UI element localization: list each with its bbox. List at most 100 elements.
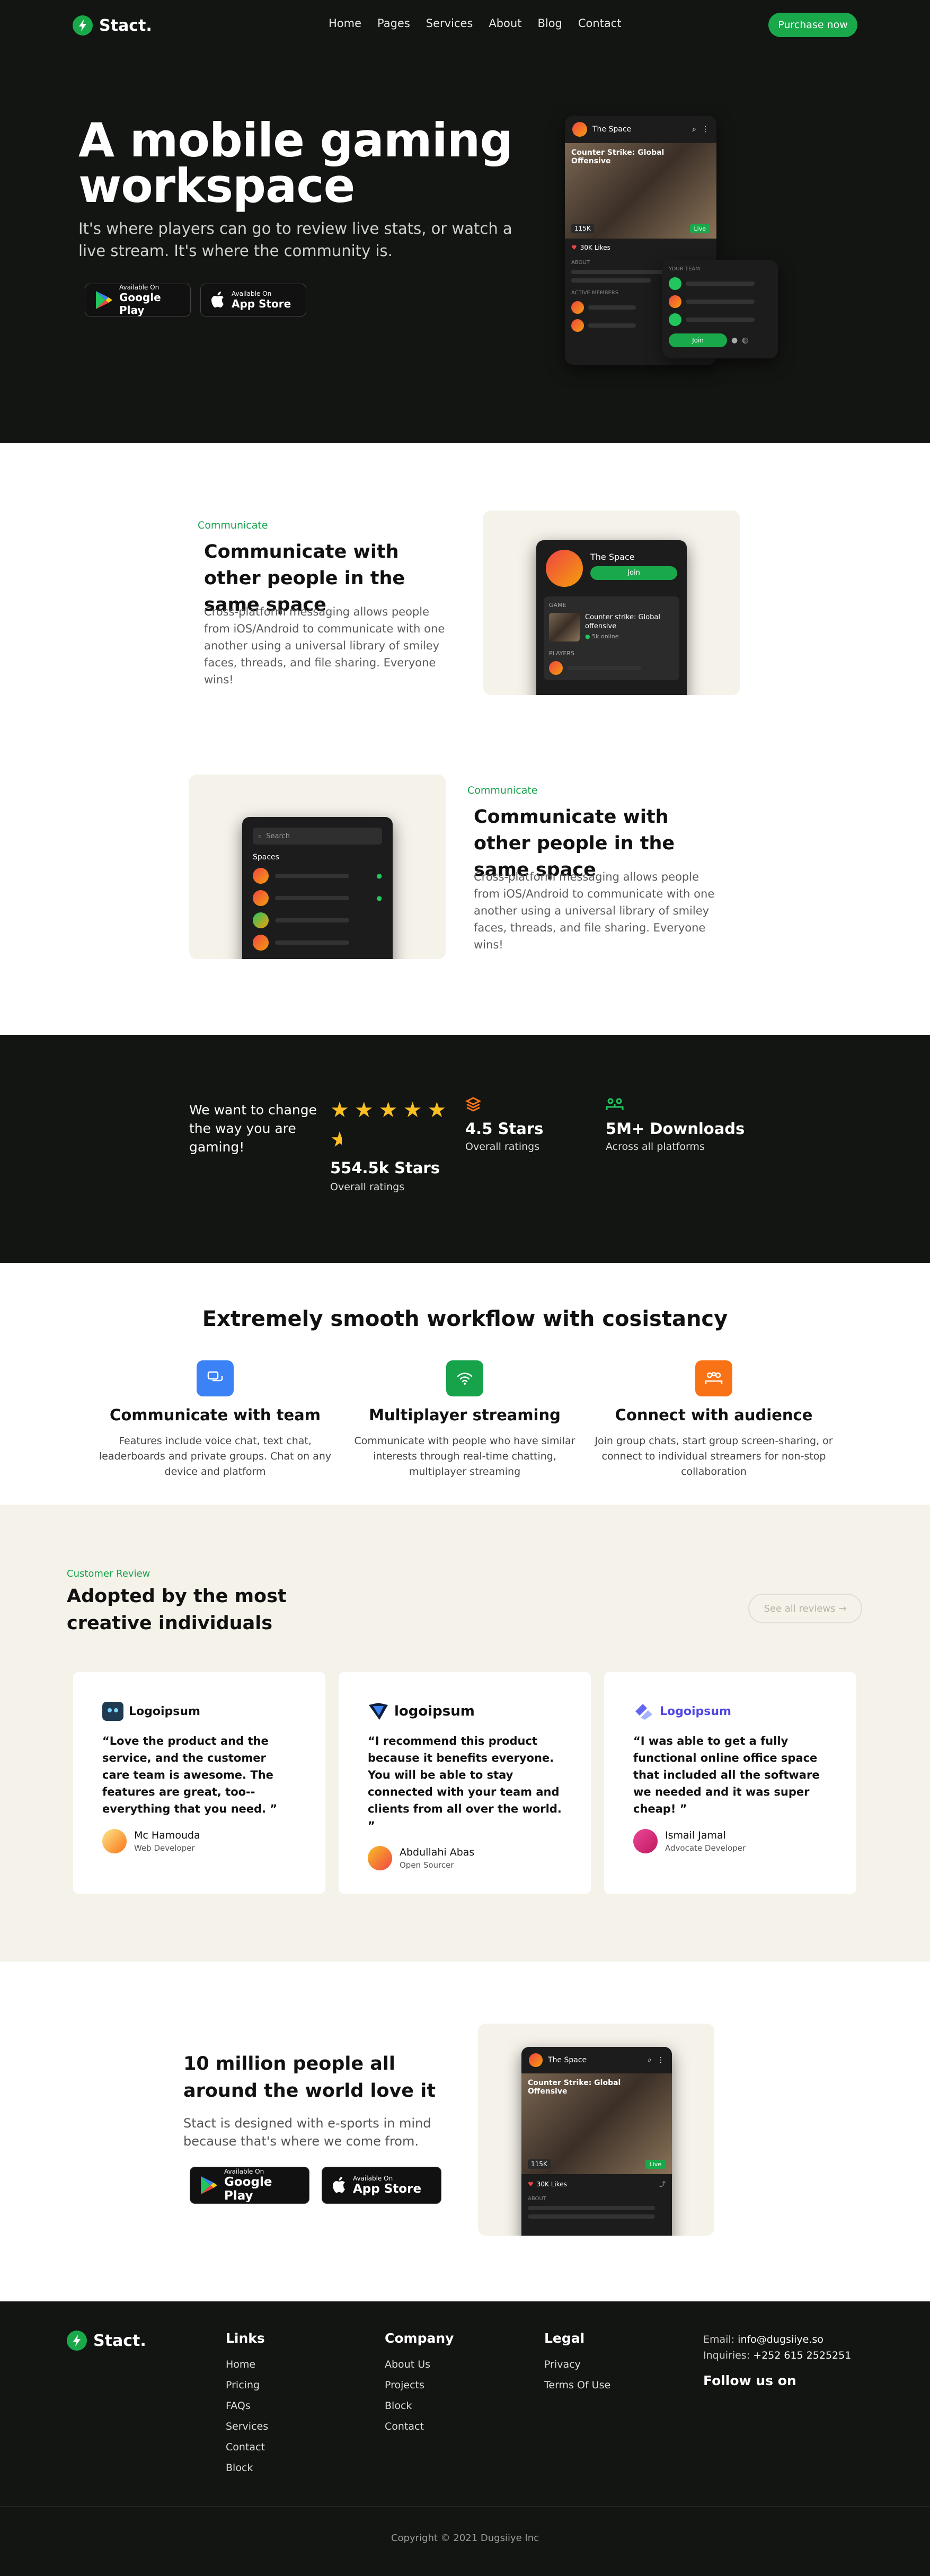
purchase-button[interactable]: Purchase now bbox=[768, 13, 857, 37]
search-icon[interactable]: ⌕ bbox=[648, 2056, 652, 2064]
workflow-item-title: Connect with audience bbox=[615, 1406, 813, 1424]
avatar bbox=[253, 868, 269, 884]
text-placeholder bbox=[275, 896, 349, 900]
heart-icon[interactable]: ♥ bbox=[571, 244, 577, 251]
review-logo-text: logoipsum bbox=[394, 1703, 475, 1719]
game-thumbnail bbox=[549, 613, 580, 641]
hero-subtitle: It's where players can go to review live… bbox=[78, 219, 512, 260]
cta-app-store-button[interactable]: Available On App Store bbox=[322, 2167, 441, 2204]
spaces-search[interactable]: ⌕ Search bbox=[253, 828, 382, 845]
game-row[interactable]: Counter strike: Global offensive ● 5k on… bbox=[549, 613, 674, 641]
footer-link[interactable]: Privacy bbox=[544, 2359, 610, 2370]
inquiries-label: Inquiries: bbox=[703, 2350, 750, 2361]
nav-link-services[interactable]: Services bbox=[426, 17, 473, 30]
nav-link-blog[interactable]: Blog bbox=[537, 17, 562, 30]
text-placeholder bbox=[275, 874, 349, 878]
footer-link[interactable]: Block bbox=[385, 2400, 454, 2412]
join-button[interactable]: Join bbox=[590, 566, 677, 580]
space-avatar bbox=[546, 550, 583, 587]
audience-icon bbox=[695, 1360, 732, 1396]
chat-icon[interactable]: ◍ bbox=[742, 336, 748, 345]
review-card: logoipsum “I recommend this product beca… bbox=[339, 1672, 591, 1894]
see-all-reviews-button[interactable]: See all reviews → bbox=[748, 1594, 862, 1623]
search-icon: ⌕ bbox=[258, 832, 262, 840]
cta-title: 10 million people all around the world l… bbox=[183, 2053, 436, 2102]
footer-link[interactable]: About Us bbox=[385, 2359, 454, 2370]
footer-brand-logo[interactable]: Stact. bbox=[67, 2331, 146, 2351]
app-store-button[interactable]: Available On App Store bbox=[200, 284, 306, 316]
footer-link[interactable]: Pricing bbox=[226, 2379, 268, 2391]
review-card: Logoipsum “I was able to get a fully fun… bbox=[604, 1672, 856, 1894]
text-placeholder bbox=[528, 2214, 655, 2219]
footer-col-title: Legal bbox=[544, 2331, 585, 2346]
cta-google-play-button[interactable]: Available On Google Play bbox=[190, 2167, 309, 2204]
hero-title: A mobile gaming workspace bbox=[78, 113, 513, 213]
feature2-phone: ⌕ Search Spaces ● ● bbox=[242, 817, 393, 959]
nav-link-about[interactable]: About bbox=[489, 17, 521, 30]
feature2-tag: Communicate bbox=[467, 785, 538, 796]
search-icon[interactable]: ⌕ bbox=[692, 125, 696, 134]
footer-link[interactable]: Services bbox=[226, 2421, 268, 2432]
team-member[interactable] bbox=[669, 313, 772, 326]
space-item[interactable]: ● bbox=[253, 868, 382, 884]
stats-intro: We want to change the way you are gaming… bbox=[189, 1102, 317, 1155]
email-link[interactable]: info@dugsiiye.so bbox=[738, 2334, 823, 2345]
stat2-value: 4.5 Stars bbox=[465, 1120, 544, 1138]
star-icon: ★ bbox=[354, 1098, 374, 1122]
footer-col-title: Company bbox=[385, 2331, 454, 2346]
cta-card: The Space ⌕ ⋮ Counter Strike: Global Off… bbox=[478, 2024, 714, 2236]
feature1-card: The Space Join GAME Counter strike: Glob… bbox=[483, 511, 740, 695]
game-banner[interactable]: Counter Strike: Global Offensive 115K Li… bbox=[521, 2073, 672, 2174]
avatar bbox=[669, 277, 681, 290]
your-team-label: YOUR TEAM bbox=[669, 266, 700, 272]
review-card: Logoipsum “Love the product and the serv… bbox=[73, 1672, 325, 1894]
main-nav: Home Pages Services About Blog Contact bbox=[329, 17, 622, 30]
nav-link-pages[interactable]: Pages bbox=[377, 17, 410, 30]
app-store-small: Available On bbox=[353, 2175, 393, 2182]
cta-phone: The Space ⌕ ⋮ Counter Strike: Global Off… bbox=[521, 2047, 672, 2236]
reviewer: Mc Hamouda Web Developer bbox=[102, 1829, 296, 1853]
phone-link[interactable]: +252 615 2525251 bbox=[753, 2350, 851, 2361]
game-name: Counter strike: Global offensive bbox=[585, 613, 660, 630]
text-placeholder bbox=[275, 940, 349, 945]
space-item[interactable]: ● bbox=[253, 890, 382, 906]
stats-section: We want to change the way you are gaming… bbox=[0, 1035, 930, 1263]
space-item[interactable] bbox=[253, 912, 382, 928]
review-quote: “I was able to get a fully functional on… bbox=[633, 1735, 820, 1815]
more-icon[interactable]: ⋮ bbox=[657, 2056, 665, 2064]
footer-link[interactable]: Terms Of Use bbox=[544, 2379, 610, 2391]
brand-logo[interactable]: Stact. bbox=[73, 15, 152, 36]
footer-link[interactable]: Block bbox=[226, 2462, 268, 2474]
footer-contact-column: Email: info@dugsiiye.so Inquiries: +252 … bbox=[703, 2332, 851, 2389]
mock-space-title: The Space bbox=[548, 2056, 587, 2064]
team-join-button[interactable]: Join bbox=[669, 333, 727, 347]
share-icon[interactable]: ⤴ bbox=[659, 2179, 666, 2188]
nav-link-contact[interactable]: Contact bbox=[578, 17, 622, 30]
footer-link[interactable]: FAQs bbox=[226, 2400, 268, 2412]
player-row[interactable] bbox=[549, 661, 674, 675]
footer-link[interactable]: Contact bbox=[385, 2421, 454, 2432]
footer-link[interactable]: Projects bbox=[385, 2379, 454, 2391]
heart-icon[interactable]: ♥ bbox=[528, 2181, 534, 2188]
google-play-icon bbox=[95, 291, 113, 310]
bolt-icon bbox=[67, 2331, 87, 2351]
footer-link[interactable]: Contact bbox=[226, 2441, 268, 2453]
team-member[interactable] bbox=[669, 277, 772, 290]
likes-row: ♥ 30K Likes ⤴ bbox=[521, 2174, 672, 2194]
nav-link-home[interactable]: Home bbox=[329, 17, 361, 30]
game-banner[interactable]: Counter Strike: Global Offensive 115K Li… bbox=[565, 143, 716, 239]
google-play-button[interactable]: Available On Google Play bbox=[85, 284, 191, 316]
footer-link[interactable]: Home bbox=[226, 2359, 268, 2370]
mic-icon[interactable]: ● bbox=[731, 336, 738, 345]
email-label: Email: bbox=[703, 2334, 735, 2345]
stat1-value: 554.5k Stars bbox=[330, 1159, 440, 1177]
game-block: GAME Counter strike: Global offensive ● … bbox=[544, 596, 679, 680]
avatar bbox=[571, 319, 584, 332]
star-icon: ★ bbox=[403, 1098, 422, 1122]
avatar bbox=[669, 313, 681, 326]
space-item[interactable] bbox=[253, 935, 382, 951]
hero-section: Stact. Home Pages Services About Blog Co… bbox=[0, 0, 930, 443]
team-member[interactable] bbox=[669, 295, 772, 308]
feature1-phone: The Space Join GAME Counter strike: Glob… bbox=[536, 540, 687, 695]
more-icon[interactable]: ⋮ bbox=[702, 125, 709, 134]
